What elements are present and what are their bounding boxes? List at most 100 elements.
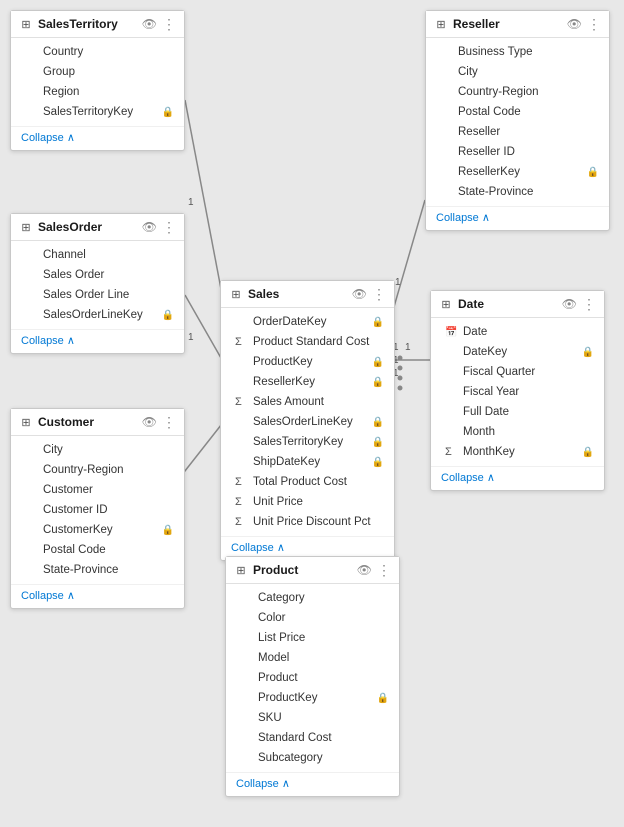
salesterritory-fields: Country Group Region SalesTerritoryKey 🔒 [11, 38, 184, 126]
field-row: Sales Order Line [11, 285, 184, 305]
date-eye[interactable]: 👁 [562, 297, 577, 311]
field-row: Sales Order [11, 265, 184, 285]
key-hidden-icon: 🔒 [372, 417, 384, 428]
field-row: City [426, 62, 609, 82]
date-menu[interactable]: ⋮ [582, 297, 596, 311]
product-icon: ⊞ [234, 563, 248, 577]
reseller-menu[interactable]: ⋮ [587, 17, 601, 31]
field-row: Country-Region [11, 460, 184, 480]
customer-fields: City Country-Region Customer Customer ID… [11, 436, 184, 584]
field-row: State-Province [426, 182, 609, 202]
field-row: DateKey 🔒 [431, 342, 604, 362]
customer-eye[interactable]: 👁 [142, 415, 157, 429]
salesorder-header: ⊞ SalesOrder 👁 ⋮ [11, 214, 184, 241]
salesorder-menu[interactable]: ⋮ [162, 220, 176, 234]
field-row: State-Province [11, 560, 184, 580]
customer-menu[interactable]: ⋮ [162, 415, 176, 429]
customer-title: Customer [38, 415, 137, 429]
key-hidden-icon: 🔒 [587, 167, 599, 178]
salesorder-collapse[interactable]: Collapse ∧ [11, 329, 184, 353]
field-row: 📅 Date [431, 322, 604, 342]
table-sales: ⊞ Sales 👁 ⋮ OrderDateKey 🔒 Σ Product Sta… [220, 280, 395, 561]
key-hidden-icon: 🔒 [162, 525, 174, 536]
sales-title: Sales [248, 287, 347, 301]
field-row: SalesOrderLineKey 🔒 [11, 305, 184, 325]
field-row: SalesTerritoryKey 🔒 [221, 432, 394, 452]
field-row: Region [11, 82, 184, 102]
field-row: Σ Total Product Cost [221, 472, 394, 492]
key-hidden-icon: 🔒 [582, 447, 594, 458]
field-row: Category [226, 588, 399, 608]
date-fields: 📅 Date DateKey 🔒 Fiscal Quarter Fiscal Y… [431, 318, 604, 466]
svg-text:1: 1 [188, 197, 194, 208]
field-row: Full Date [431, 402, 604, 422]
date-icon: ⊞ [439, 297, 453, 311]
field-row: Σ Unit Price Discount Pct [221, 512, 394, 532]
field-row: SalesOrderLineKey 🔒 [221, 412, 394, 432]
salesterritory-title: SalesTerritory [38, 17, 137, 31]
key-hidden-icon: 🔒 [372, 377, 384, 388]
reseller-eye[interactable]: 👁 [567, 17, 582, 31]
reseller-fields: Business Type City Country-Region Postal… [426, 38, 609, 206]
key-hidden-icon: 🔒 [372, 357, 384, 368]
field-row: Country [11, 42, 184, 62]
field-row: Postal Code [426, 102, 609, 122]
date-header: ⊞ Date 👁 ⋮ [431, 291, 604, 318]
customer-header: ⊞ Customer 👁 ⋮ [11, 409, 184, 436]
sales-eye[interactable]: 👁 [352, 287, 367, 301]
field-row: Month [431, 422, 604, 442]
table-product: ⊞ Product 👁 ⋮ Category Color List Price … [225, 556, 400, 797]
key-hidden-icon: 🔒 [372, 457, 384, 468]
salesterritory-menu[interactable]: ⋮ [162, 17, 176, 31]
field-row: ProductKey 🔒 [221, 352, 394, 372]
key-hidden-icon: 🔒 [372, 317, 384, 328]
salesorder-eye[interactable]: 👁 [142, 220, 157, 234]
field-row: SalesTerritoryKey 🔒 [11, 102, 184, 122]
field-row: Color [226, 608, 399, 628]
table-salesorder: ⊞ SalesOrder 👁 ⋮ Channel Sales Order Sal… [10, 213, 185, 354]
product-header: ⊞ Product 👁 ⋮ [226, 557, 399, 584]
product-eye[interactable]: 👁 [357, 563, 372, 577]
field-row: SKU [226, 708, 399, 728]
salesorder-fields: Channel Sales Order Sales Order Line Sal… [11, 241, 184, 329]
table-customer: ⊞ Customer 👁 ⋮ City Country-Region Custo… [10, 408, 185, 609]
customer-collapse[interactable]: Collapse ∧ [11, 584, 184, 608]
svg-text:1: 1 [405, 342, 411, 353]
salesorder-icon: ⊞ [19, 220, 33, 234]
field-row: Subcategory [226, 748, 399, 768]
sales-header: ⊞ Sales 👁 ⋮ [221, 281, 394, 308]
customer-icon: ⊞ [19, 415, 33, 429]
field-row: Reseller [426, 122, 609, 142]
field-row: Reseller ID [426, 142, 609, 162]
field-row: Country-Region [426, 82, 609, 102]
field-row: ResellerKey 🔒 [221, 372, 394, 392]
sales-menu[interactable]: ⋮ [372, 287, 386, 301]
diagram-canvas: 1 1 1 1 1 1 1 1 1 1 1 1 1 1 1 [0, 0, 624, 827]
field-row: List Price [226, 628, 399, 648]
date-collapse[interactable]: Collapse ∧ [431, 466, 604, 490]
reseller-title: Reseller [453, 17, 562, 31]
svg-text:1: 1 [188, 332, 194, 343]
product-fields: Category Color List Price Model Product … [226, 584, 399, 772]
field-row: Fiscal Quarter [431, 362, 604, 382]
field-row: Σ Product Standard Cost [221, 332, 394, 352]
field-row: Σ Sales Amount [221, 392, 394, 412]
salesterritory-header: ⊞ SalesTerritory 👁 ⋮ [11, 11, 184, 38]
product-collapse[interactable]: Collapse ∧ [226, 772, 399, 796]
field-row: Standard Cost [226, 728, 399, 748]
field-row: Customer [11, 480, 184, 500]
field-row: ProductKey 🔒 [226, 688, 399, 708]
field-row: Fiscal Year [431, 382, 604, 402]
salesterritory-collapse[interactable]: Collapse ∧ [11, 126, 184, 150]
key-hidden-icon: 🔒 [377, 693, 389, 704]
field-row: Business Type [426, 42, 609, 62]
sales-icon: ⊞ [229, 287, 243, 301]
key-hidden-icon: 🔒 [162, 310, 174, 321]
field-row: Product [226, 668, 399, 688]
key-hidden-icon: 🔒 [372, 437, 384, 448]
reseller-collapse[interactable]: Collapse ∧ [426, 206, 609, 230]
salesterritory-eye[interactable]: 👁 [142, 17, 157, 31]
field-row: Model [226, 648, 399, 668]
table-date: ⊞ Date 👁 ⋮ 📅 Date DateKey 🔒 Fiscal Quart… [430, 290, 605, 491]
product-menu[interactable]: ⋮ [377, 563, 391, 577]
